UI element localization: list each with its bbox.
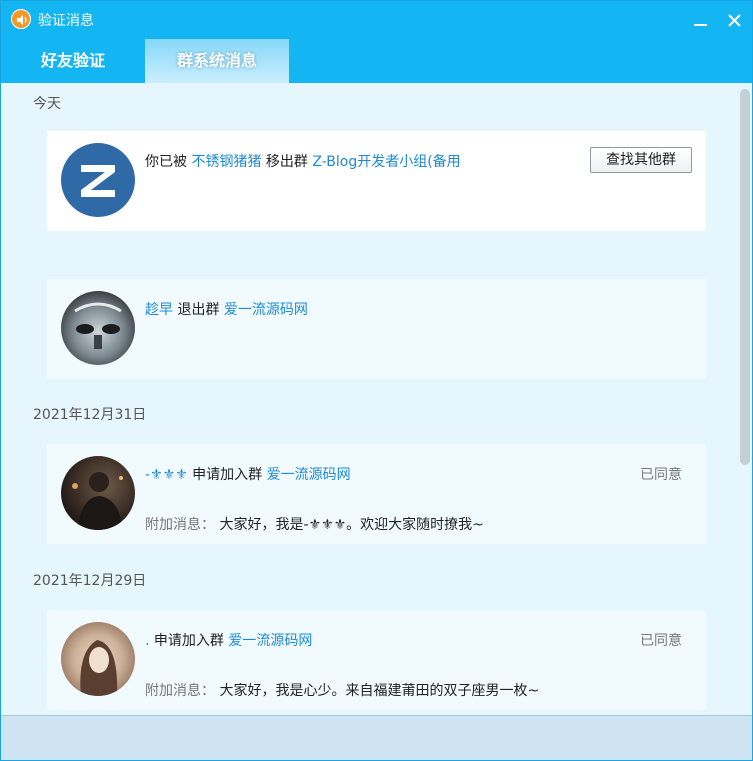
speaker-icon (11, 9, 31, 29)
message-text: 你已被 不锈钢猪猪 移出群 Z-Blog开发者小组(备用 (145, 151, 461, 171)
action-text: 申请加入群 (192, 467, 263, 483)
tab-bar: 好友验证 群系统消息 (1, 39, 752, 83)
status-badge: 已同意 (640, 633, 682, 649)
group-link[interactable]: 爱一流源码网 (228, 633, 312, 649)
verification-window: 验证消息 好友验证 群系统消息 今天 你已被 不锈钢猪猪 移出群 Z-Blog开… (0, 0, 753, 761)
additional-message: 附加消息： 大家好，我是-⚜⚜⚜。欢迎大家随时撩我~ (145, 514, 484, 534)
message-text: -⚜⚜⚜ 申请加入群 爱一流源码网 (145, 464, 351, 484)
message-text: . 申请加入群 爱一流源码网 (145, 630, 312, 650)
additional-message-label: 附加消息： (145, 517, 215, 533)
message-text: 趁早 退出群 爱一流源码网 (145, 299, 308, 319)
message-card: 趁早 退出群 爱一流源码网 (47, 279, 706, 379)
robot-avatar[interactable] (61, 291, 135, 365)
date-header: 2021年12月31日 (33, 407, 147, 423)
tab-group-system-messages[interactable]: 群系统消息 (145, 39, 289, 83)
additional-message-label: 附加消息： (145, 683, 215, 699)
find-other-groups-button[interactable]: 查找其他群 (590, 147, 692, 173)
additional-message: 附加消息： 大家好，我是心少。来自福建莆田的双子座男一枚~ (145, 680, 539, 700)
tab-friend-verification[interactable]: 好友验证 (1, 39, 145, 83)
title-bar[interactable]: 验证消息 (1, 1, 752, 39)
group-link[interactable]: Z-Blog开发者小组(备用 (312, 154, 460, 170)
vertical-scrollbar[interactable] (740, 89, 750, 465)
action-text: 移出群 (265, 154, 308, 170)
z-blog-logo[interactable] (61, 143, 135, 217)
action-text: 退出群 (177, 302, 220, 318)
group-link[interactable]: 爱一流源码网 (267, 467, 351, 483)
group-link[interactable]: 爱一流源码网 (224, 302, 308, 318)
message-list: 今天 你已被 不锈钢猪猪 移出群 Z-Blog开发者小组(备用 查找其他群 趁早… (1, 83, 752, 715)
actor-link[interactable]: 趁早 (145, 302, 173, 318)
additional-message-text: 大家好，我是心少。来自福建莆田的双子座男一枚~ (219, 683, 540, 699)
footer-bar (1, 715, 752, 760)
actor-link[interactable]: . (145, 633, 149, 649)
message-prefix: 你已被 (145, 154, 187, 170)
message-card: 你已被 不锈钢猪猪 移出群 Z-Blog开发者小组(备用 查找其他群 (47, 131, 706, 231)
message-card: . 申请加入群 爱一流源码网 已同意 附加消息： 大家好，我是心少。来自福建莆田… (47, 610, 706, 710)
actor-link[interactable]: 不锈钢猪猪 (191, 154, 261, 170)
action-text: 申请加入群 (153, 633, 224, 649)
close-icon[interactable] (722, 7, 748, 33)
window-title: 验证消息 (38, 13, 94, 29)
date-header: 2021年12月29日 (33, 573, 147, 589)
person-avatar[interactable] (61, 456, 135, 530)
additional-message-text: 大家好，我是-⚜⚜⚜。欢迎大家随时撩我~ (219, 517, 484, 533)
girl-avatar[interactable] (61, 622, 135, 696)
actor-link[interactable]: -⚜⚜⚜ (145, 467, 188, 483)
status-badge: 已同意 (640, 467, 682, 483)
date-header: 今天 (33, 96, 61, 112)
minimize-icon[interactable] (687, 7, 713, 33)
message-card: -⚜⚜⚜ 申请加入群 爱一流源码网 已同意 附加消息： 大家好，我是-⚜⚜⚜。欢… (47, 444, 706, 544)
